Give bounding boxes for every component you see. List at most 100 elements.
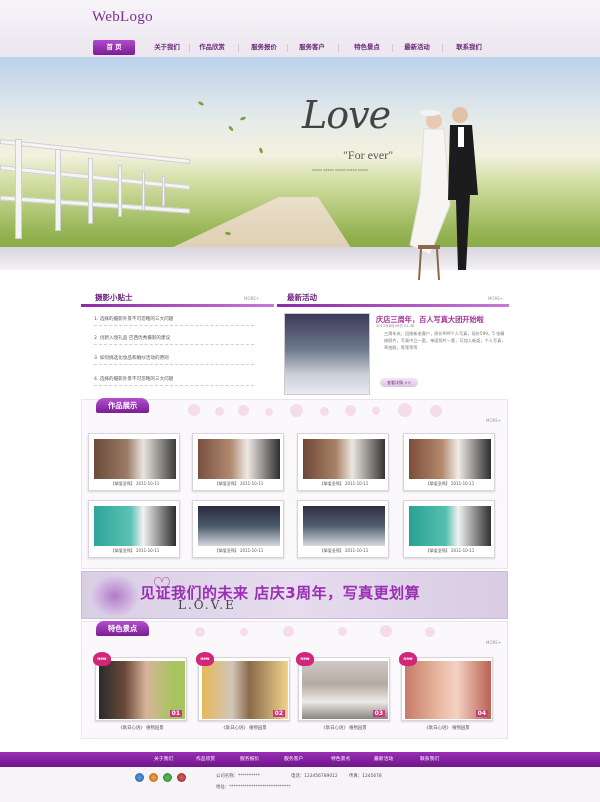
feature-thumb[interactable]: 03 [298,657,390,721]
decor-dot [215,407,224,416]
tip-item[interactable]: 3. 如何挑选化妆品和婚纱活动的原则 [94,355,254,365]
decor-dot [195,627,205,637]
work-thumb[interactable]: 【挚爱圣殇】 2011-10-11 [403,433,495,491]
tips-divider [81,304,274,307]
decor-dot [425,627,435,637]
work-thumb[interactable]: 【挚爱圣殇】 2011-10-11 [403,500,495,558]
leaf [258,147,264,154]
decor-dot [380,625,392,637]
feature-number: 04 [475,710,488,717]
tip-item[interactable]: 4. 选择的摄影外景不可忽略的三大问题 [94,376,254,386]
features-title: 特色景点 [96,621,150,636]
work-thumb[interactable]: 【挚爱圣殇】 2011-10-11 [297,433,389,491]
work-photo [303,439,385,479]
decor-dot [283,626,294,637]
footer-nav-clients[interactable]: 服务客户 [284,752,303,767]
decor-dot [290,404,303,417]
news-more-link[interactable]: MORE+ [488,296,503,301]
nav-home[interactable]: 首 页 [93,40,135,55]
work-thumb[interactable]: 【挚爱圣殇】 2011-10-11 [192,500,284,558]
footer-nav-spots[interactable]: 特色景点 [331,752,350,767]
work-caption: 【挚爱圣殇】 2011-10-11 [214,481,264,486]
work-caption: 【挚爱圣殇】 2011-10-11 [214,548,264,553]
work-thumb[interactable]: 【挚爱圣殇】 2011-10-11 [192,433,284,491]
footer-nav-contact[interactable]: 联系我们 [420,752,439,767]
tips-more-link[interactable]: MORE+ [244,296,259,301]
work-thumb[interactable]: 【挚爱圣殇】 2011-10-11 [88,500,180,558]
feature-thumb[interactable]: 04 [401,657,493,721]
new-badge: new [399,652,417,666]
work-photo [409,439,491,479]
footer-nav-about[interactable]: 关于我们 [154,752,173,767]
feature-caption[interactable]: 《耿日心语》 植物园景 [401,725,493,731]
leaf [197,100,205,107]
nav-separator [442,44,443,52]
decor-dot [345,405,356,416]
work-thumb[interactable]: 【挚爱圣殇】 2011-10-11 [297,500,389,558]
hero-couple-image [409,107,478,280]
footer-phone: 电话：123456789012 [291,774,338,779]
news-description: 三周年庆，回馈新老客户，原价999个人写真，现价599，5 张精修照片，写真中立… [384,331,506,350]
leaf [227,125,235,132]
decor-dot [188,404,200,416]
tip-item[interactable]: 1. 选择的摄影外景不可忽略的三大问题 [94,316,254,326]
decor-dot [265,408,273,416]
new-badge: new [93,652,111,666]
nav-about[interactable]: 关于我们 [145,40,189,55]
new-badge: new [196,652,214,666]
trust-badge-icon[interactable] [149,773,158,782]
main-nav: 首 页 关于我们 作品欣赏 服务报价 服务客户 特色景点 最新活动 联系我们 [0,40,600,56]
feature-caption[interactable]: 《耿日心语》 植物园景 [95,725,187,731]
work-caption: 【挚爱圣殇】 2011-10-11 [425,548,475,553]
nav-separator [338,44,339,52]
footer-nav-events[interactable]: 最新活动 [374,752,393,767]
hero-small-text: xxxxx xxxxx xxxxx xxxxx xxxxx [312,168,369,172]
work-thumb[interactable]: 【挚爱圣殇】 2011-10-11 [88,433,180,491]
footer-nav-pricing[interactable]: 服务报价 [240,752,259,767]
work-photo [94,506,176,546]
feature-thumb[interactable]: 02 [198,657,290,721]
nav-separator [392,44,393,52]
footer-nav-works[interactable]: 作品欣赏 [196,752,215,767]
news-divider [277,304,509,307]
feature-caption[interactable]: 《耿日心语》 植物园景 [298,725,390,731]
works-title: 作品展示 [96,398,150,413]
nav-clients[interactable]: 服务客户 [290,40,334,55]
nav-spots[interactable]: 特色景点 [345,40,389,55]
fence-post [15,139,22,239]
work-photo [409,506,491,546]
nav-events[interactable]: 最新活动 [395,40,439,55]
work-caption: 【挚爱圣殇】 2011-10-11 [110,548,160,553]
leaf [239,116,247,121]
site-logo[interactable]: WebLogo [92,9,153,26]
fence-post [142,171,145,211]
works-more-link[interactable]: MORE+ [486,418,501,423]
security-badge-icon[interactable] [163,773,172,782]
police-badge-icon[interactable] [135,773,144,782]
fence-post [162,176,165,206]
decor-dot [430,405,442,417]
work-caption: 【挚爱圣殇】 2011-10-11 [110,481,160,486]
fence-post [88,158,93,224]
work-photo [198,439,280,479]
hero-banner [0,57,600,270]
banner-flower-decor [90,574,140,618]
feature-thumb[interactable]: 01 [95,657,187,721]
certified-badge-icon[interactable] [177,773,186,782]
news-title: 最新活动 [287,293,317,302]
work-photo [94,439,176,479]
news-image[interactable] [284,313,370,395]
fence-post [118,165,122,217]
hero-platform [0,247,600,270]
feature-number: 03 [372,710,385,717]
decor-dot [398,403,412,417]
nav-contact[interactable]: 联系我们 [447,40,491,55]
nav-works[interactable]: 作品欣赏 [190,40,234,55]
tips-title: 摄影小贴士 [95,293,133,302]
tip-item[interactable]: 2. 创新入境礼品 巴西优秀摄影的建议 [94,335,254,345]
features-more-link[interactable]: MORE+ [486,640,501,645]
decor-dot [338,627,347,636]
feature-caption[interactable]: 《耿日心语》 植物园景 [198,725,290,731]
news-detail-button[interactable]: 查看详情 >> [380,378,418,387]
nav-pricing[interactable]: 服务报价 [242,40,286,55]
